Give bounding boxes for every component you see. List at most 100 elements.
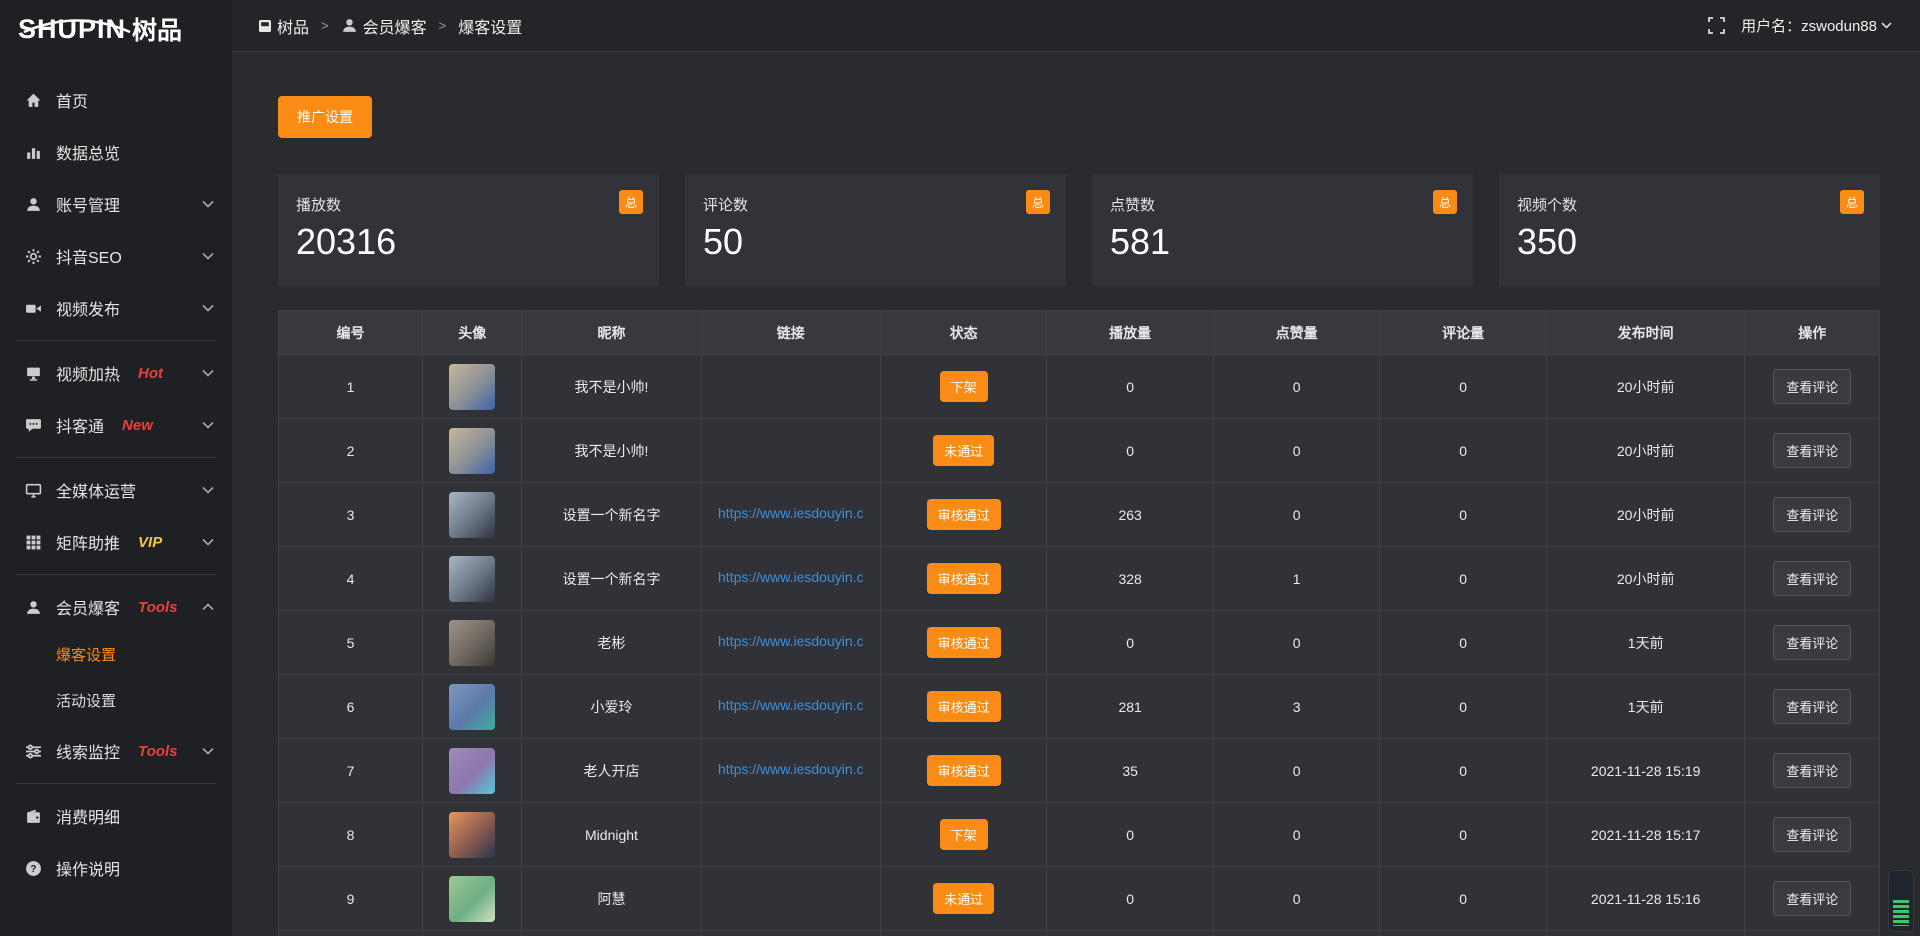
view-comments-button[interactable]: 查看评论 [1773,625,1851,660]
sidebar-item-label: 视频加热 [56,361,120,385]
view-comments-button[interactable]: 查看评论 [1773,689,1851,724]
status-badge[interactable]: 审核通过 [927,627,1001,658]
cell-status: 下架 [880,803,1047,867]
cell-comments: 0 [1380,547,1547,611]
user-group-icon [24,598,42,616]
sliders-icon [24,742,42,760]
sidebar-item-media-operation[interactable]: 全媒体运营 [0,464,232,516]
breadcrumb-item[interactable]: 会员爆客 [363,14,427,38]
stat-value: 20316 [296,221,641,263]
cell-status: 审核通过 [880,739,1047,803]
breadcrumb: 树品>会员爆客>爆客设置 [258,14,522,38]
cell-nickname: 小爱玲 [522,675,701,739]
sidebar-item-label: 全媒体运营 [56,478,136,502]
total-badge: 总 [619,190,643,214]
breadcrumb-item[interactable]: 爆客设置 [458,14,522,38]
dashboard-icon [258,19,272,33]
status-badge[interactable]: 下架 [940,819,988,850]
sidebar-item-account-manage[interactable]: 账号管理 [0,178,232,230]
cell-actions: 查看评论 [1745,611,1880,675]
videos-table: 编号头像昵称链接状态播放量点赞量评论量发布时间操作 1我不是小帅!下架00020… [278,310,1880,936]
bar-chart-icon [24,143,42,161]
status-badge[interactable]: 下架 [940,371,988,402]
cell-comments: 0 [1380,355,1547,419]
cell-id: 2 [279,419,423,483]
cell-link [701,419,880,483]
view-comments-button[interactable]: 查看评论 [1773,753,1851,788]
status-badge[interactable]: 未通过 [933,435,994,466]
chevron-down-icon [202,538,214,546]
fullscreen-icon[interactable] [1708,17,1725,34]
status-badge[interactable]: 审核通过 [927,499,1001,530]
cell-actions: 查看评论 [1745,419,1880,483]
cell-plays: 263 [1047,483,1214,547]
logo-text[interactable]: SHUPIN 树品 [0,6,232,52]
cell-comments: 0 [1380,739,1547,803]
sidebar-item-video-publish[interactable]: 视频发布 [0,282,232,334]
cell-likes: 0 [1213,867,1380,931]
view-comments-button[interactable]: 查看评论 [1773,433,1851,468]
view-comments-button[interactable]: 查看评论 [1773,817,1851,852]
sidebar-item-douyin-seo[interactable]: 抖音SEO [0,230,232,282]
view-comments-button[interactable]: 查看评论 [1773,369,1851,404]
video-link[interactable]: https://www.iesdouyin.c [718,505,864,521]
video-link[interactable]: https://www.iesdouyin.c [718,761,864,777]
sidebar-item-label: 线索监控 [56,739,120,763]
sidebar-item-member-baoke[interactable]: 会员爆客Tools [0,581,232,633]
chevron-down-icon [202,421,214,429]
total-badge: 总 [1433,190,1457,214]
sidebar-item-clue-monitor[interactable]: 线索监控 Tools [0,725,232,777]
video-link[interactable]: https://www.iesdouyin.c [718,697,864,713]
question-icon: ? [24,859,42,877]
sidebar-subitem-item[interactable]: 活动设置 [0,679,232,725]
status-badge[interactable]: 审核通过 [927,755,1001,786]
cell-likes: 0 [1213,355,1380,419]
cell-link [701,803,880,867]
cell [1546,931,1745,936]
cell-actions: 查看评论 [1745,547,1880,611]
sidebar-item-consume-detail[interactable]: 消费明细 [0,790,232,842]
view-comments-button[interactable]: 查看评论 [1773,881,1851,916]
sidebar: SHUPIN 树品 首页数据总览账号管理抖音SEO视频发布视频加热Hot抖客通N… [0,0,232,936]
sidebar-item-douketong[interactable]: 抖客通New [0,399,232,451]
cell-status: 未通过 [880,419,1047,483]
breadcrumb-item[interactable]: 树品 [277,14,309,38]
cell-actions: 查看评论 [1745,867,1880,931]
wallet-icon [24,807,42,825]
status-badge[interactable]: 审核通过 [927,563,1001,594]
gear-icon [24,247,42,265]
sidebar-item-badge: Tools [138,743,177,760]
status-badge[interactable]: 未通过 [933,883,994,914]
cell-plays: 0 [1047,803,1214,867]
promo-settings-button[interactable]: 推广设置 [278,96,372,138]
video-link[interactable]: https://www.iesdouyin.c [718,569,864,585]
main-content: 推广设置 播放数 20316 总 评论数 50 总 点赞数 581 总 [232,52,1920,936]
sidebar-item-video-heat[interactable]: 视频加热Hot [0,347,232,399]
username[interactable]: 用户名：zswodun88 [1741,15,1892,36]
sidebar-divider [16,340,216,341]
sidebar-item-matrix-boost[interactable]: 矩阵助推VIP [0,516,232,568]
cell-link: https://www.iesdouyin.c [701,675,880,739]
avatar [449,876,495,922]
sidebar-item-badge: VIP [138,534,162,551]
floating-widget[interactable] [1888,870,1914,932]
sidebar-divider [16,574,216,575]
sidebar-item-data-overview[interactable]: 数据总览 [0,126,232,178]
cell-comments: 0 [1380,483,1547,547]
cell-avatar [423,675,522,739]
view-comments-button[interactable]: 查看评论 [1773,497,1851,532]
cell-status: 审核通过 [880,547,1047,611]
table-row: 4设置一个新名字https://www.iesdouyin.c审核通过32810… [279,547,1880,611]
status-badge[interactable]: 审核通过 [927,691,1001,722]
stat-value: 350 [1517,221,1862,263]
cell-nickname: 阿慧 [522,867,701,931]
sidebar-item-operation-guide[interactable]: ?操作说明 [0,842,232,894]
view-comments-button[interactable]: 查看评论 [1773,561,1851,596]
video-link[interactable]: https://www.iesdouyin.c [718,633,864,649]
grid-icon [24,533,42,551]
cell [1213,931,1380,936]
sidebar-subitem-active[interactable]: 爆客设置 [0,633,232,679]
cell [423,931,522,936]
sidebar-item-home[interactable]: 首页 [0,74,232,126]
sidebar-divider [16,457,216,458]
